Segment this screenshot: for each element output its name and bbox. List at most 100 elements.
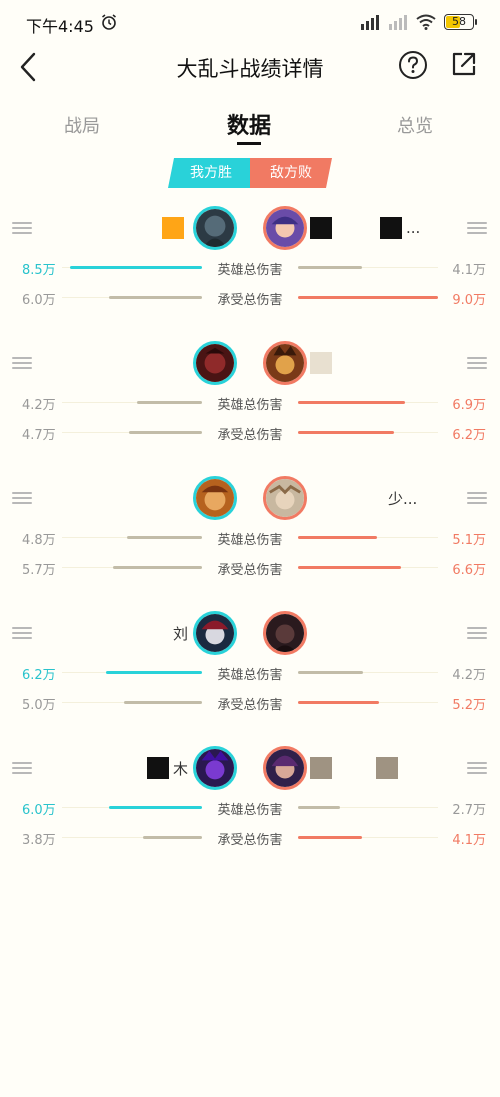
enemy-hero-avatar[interactable] [263, 476, 307, 520]
enemy-name-mask [310, 217, 332, 239]
damage-taken-row: 5.7万 承受总伤害 6.6万 [0, 559, 500, 578]
ally-win-label: 我方胜 [168, 158, 254, 188]
header: 大乱斗战绩详情 [0, 44, 500, 90]
ally-hero-avatar[interactable] [193, 611, 237, 655]
enemy-damage-taken: 5.2万 [452, 698, 486, 713]
hero-damage-row: 6.2万 英雄总伤害 4.2万 [0, 664, 500, 683]
hero-damage-label: 英雄总伤害 [217, 398, 283, 413]
enemy-name-mask [380, 217, 402, 239]
hero-portrait-icon [196, 749, 234, 787]
damage-taken-row: 4.7万 承受总伤害 6.2万 [0, 424, 500, 443]
enemy-damage-taken-bar [298, 836, 362, 839]
battery-indicator: 58 [444, 14, 477, 30]
enemy-menu-icon[interactable] [467, 222, 487, 234]
enemy-hero-damage: 2.7万 [452, 803, 486, 818]
ally-menu-icon[interactable] [12, 222, 32, 234]
enemy-hero-damage: 4.2万 [452, 668, 486, 683]
damage-taken-label: 承受总伤害 [217, 428, 283, 443]
enemy-player-name: 少... [310, 487, 417, 509]
enemy-menu-icon[interactable] [467, 762, 487, 774]
ally-menu-icon[interactable] [12, 762, 32, 774]
matchup-row[interactable]: 4.2万 英雄总伤害 6.9万 4.7万 承受总伤害 6.2万 [0, 341, 500, 451]
enemy-damage-taken-bar [298, 431, 394, 434]
enemy-player-name: ... [310, 217, 420, 239]
enemy-damage-taken-bar [298, 701, 379, 704]
tab-data[interactable]: 数据 [227, 108, 271, 140]
enemy-name-text: 少... [388, 489, 418, 508]
hero-portrait-icon [266, 209, 304, 247]
enemy-damage-taken: 6.2万 [452, 428, 486, 443]
ally-hero-avatar[interactable] [193, 746, 237, 790]
ally-player-name: 刘 [173, 622, 188, 644]
hero-portrait-icon [266, 344, 304, 382]
enemy-hero-damage-bar [298, 671, 363, 674]
hero-portrait-icon [266, 479, 304, 517]
help-icon[interactable] [398, 50, 428, 80]
hero-damage-label: 英雄总伤害 [217, 803, 283, 818]
tab-overview[interactable]: 总览 [397, 112, 433, 138]
status-time: 下午4:45 [26, 17, 94, 36]
enemy-hero-avatar[interactable] [263, 341, 307, 385]
enemy-hero-avatar[interactable] [263, 611, 307, 655]
tab-battle[interactable]: 战局 [64, 112, 100, 138]
enemy-name-mask [376, 757, 398, 779]
signal-icon [361, 15, 379, 30]
ally-name-mask [162, 217, 184, 239]
ally-hero-avatar[interactable] [193, 341, 237, 385]
damage-taken-row: 3.8万 承受总伤害 4.1万 [0, 829, 500, 848]
enemy-hero-damage-bar [298, 401, 405, 404]
hero-damage-row: 4.8万 英雄总伤害 5.1万 [0, 529, 500, 548]
ally-player-name [162, 217, 188, 239]
enemy-damage-taken: 9.0万 [452, 293, 486, 308]
ally-menu-icon[interactable] [12, 492, 32, 504]
damage-taken-row: 6.0万 承受总伤害 9.0万 [0, 289, 500, 308]
hero-damage-label: 英雄总伤害 [217, 533, 283, 548]
hero-portrait-icon [196, 344, 234, 382]
enemy-menu-icon[interactable] [467, 627, 487, 639]
alarm-icon [102, 14, 116, 30]
ally-name-text: 刘 [172, 624, 188, 643]
enemy-player-name [310, 757, 402, 779]
status-bar: 下午4:45 58 [0, 0, 500, 44]
enemy-player-name [310, 352, 336, 374]
matchup-row[interactable]: ... 8.5万 英雄总伤害 4.1万 6.0万 承受总伤害 9.0万 [0, 206, 500, 316]
tab-bar: 战局 数据 总览 [0, 106, 500, 146]
enemy-damage-taken-bar [298, 296, 438, 299]
enemy-menu-icon[interactable] [467, 357, 487, 369]
damage-taken-label: 承受总伤害 [217, 698, 283, 713]
ally-menu-icon[interactable] [12, 357, 32, 369]
hero-portrait-icon [266, 614, 304, 652]
share-icon[interactable] [450, 50, 478, 78]
enemy-hero-damage: 4.1万 [452, 263, 486, 278]
hero-portrait-icon [266, 749, 304, 787]
battery-level: 58 [452, 15, 466, 28]
hero-portrait-icon [196, 479, 234, 517]
enemy-name-text: ... [406, 219, 421, 237]
ally-hero-avatar[interactable] [193, 476, 237, 520]
damage-taken-label: 承受总伤害 [217, 833, 283, 848]
enemy-damage-taken: 6.6万 [452, 563, 486, 578]
matchup-row[interactable]: 少... 4.8万 英雄总伤害 5.1万 5.7万 承受总伤害 6.6万 [0, 476, 500, 586]
enemy-hero-damage-bar [298, 536, 377, 539]
hero-damage-label: 英雄总伤害 [217, 263, 283, 278]
hero-portrait-icon [196, 209, 234, 247]
hero-damage-row: 4.2万 英雄总伤害 6.9万 [0, 394, 500, 413]
damage-taken-row: 5.0万 承受总伤害 5.2万 [0, 694, 500, 713]
enemy-hero-avatar[interactable] [263, 206, 307, 250]
enemy-name-mask [310, 757, 332, 779]
ally-menu-icon[interactable] [12, 627, 32, 639]
signal-secondary-icon [389, 15, 407, 30]
damage-taken-label: 承受总伤害 [217, 563, 283, 578]
enemy-hero-damage-bar [298, 266, 362, 269]
enemy-hero-damage: 6.9万 [452, 398, 486, 413]
matchup-row[interactable]: 刘 6.2万 英雄总伤害 4.2万 5.0万 承受总伤害 5.2万 [0, 611, 500, 721]
enemy-hero-avatar[interactable] [263, 746, 307, 790]
enemy-menu-icon[interactable] [467, 492, 487, 504]
enemy-damage-taken: 4.1万 [452, 833, 486, 848]
hero-damage-label: 英雄总伤害 [217, 668, 283, 683]
ally-hero-avatar[interactable] [193, 206, 237, 250]
wifi-icon [416, 14, 436, 30]
ally-player-name: 木 [146, 757, 188, 779]
hero-damage-row: 6.0万 英雄总伤害 2.7万 [0, 799, 500, 818]
matchup-row[interactable]: 木 6.0万 英雄总伤害 2.7万 3.8万 承受总伤害 4.1万 [0, 746, 500, 856]
